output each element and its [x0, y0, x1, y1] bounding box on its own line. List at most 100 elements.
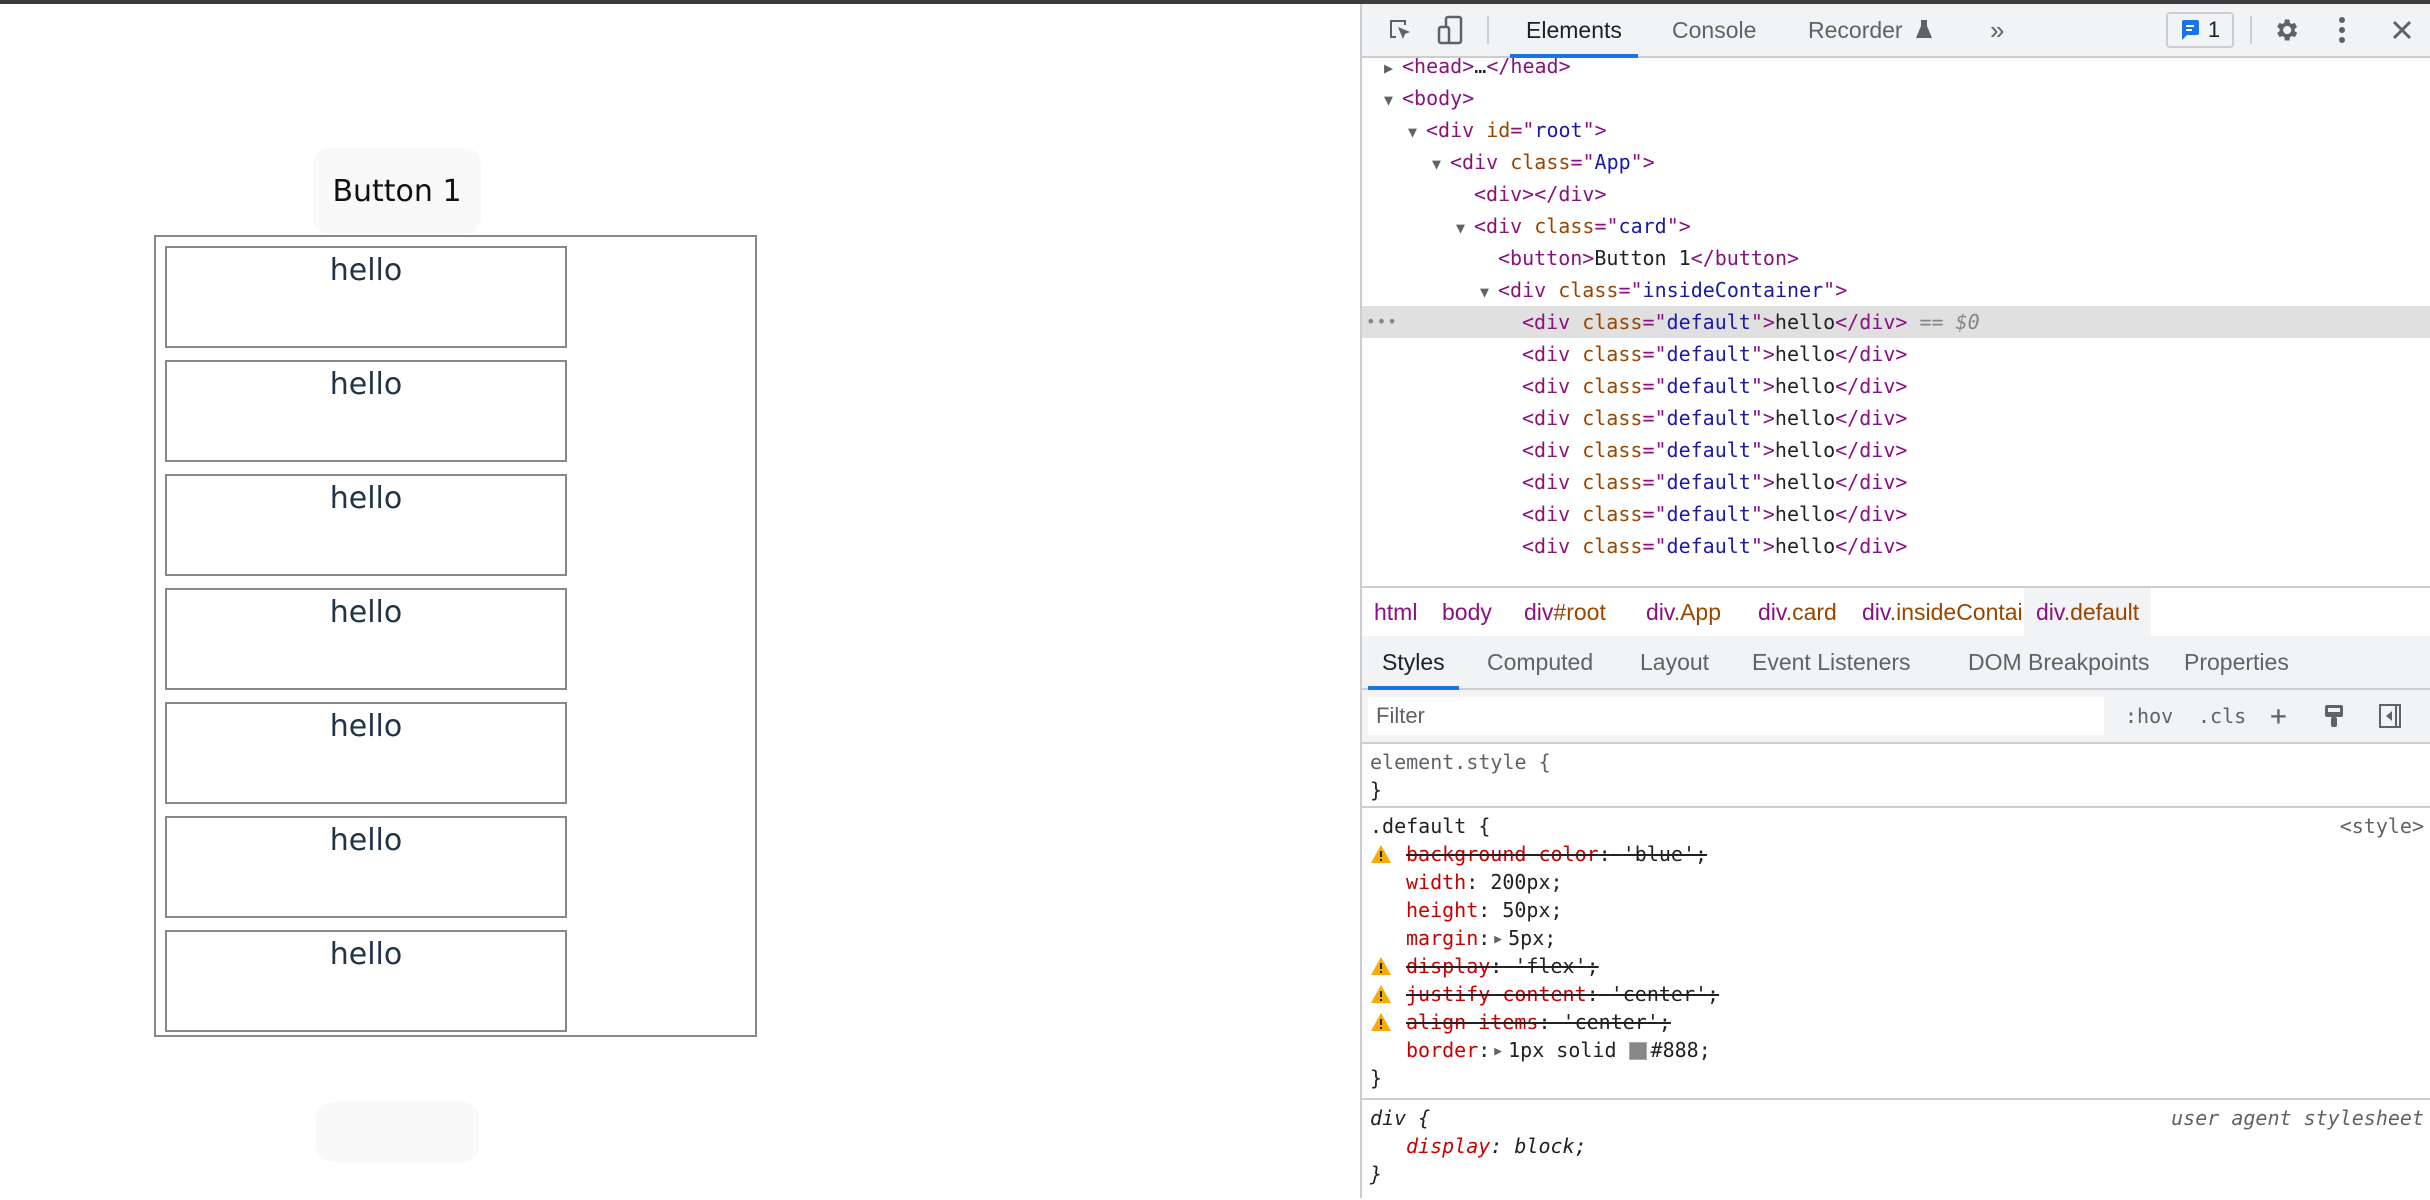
- quote: ": [1750, 310, 1763, 334]
- css-property-value: 'center': [1610, 982, 1708, 1006]
- settings-gear-icon[interactable]: [2270, 14, 2302, 46]
- warning-icon[interactable]: [1370, 984, 1392, 1004]
- tag-name: div: [1534, 374, 1571, 398]
- dom-node[interactable]: <div class="default">hello</div>: [1362, 370, 2430, 402]
- styles-tab-styles[interactable]: Styles: [1368, 636, 1459, 690]
- button-2[interactable]: [316, 1102, 479, 1162]
- css-declaration[interactable]: border: ▶ 1px solid #888;: [1362, 1036, 2430, 1064]
- node-text: hello: [1774, 534, 1836, 558]
- tag-open: <: [1426, 118, 1439, 142]
- dom-node[interactable]: ▼ <body>: [1362, 82, 2430, 114]
- tag-close-name: div: [1859, 502, 1896, 526]
- tag-name: div: [1534, 534, 1571, 558]
- semicolon: ;: [1695, 842, 1708, 866]
- dom-node[interactable]: <div class="default">hello</div>: [1362, 498, 2430, 530]
- css-property-value: 1px solid: [1508, 1038, 1617, 1062]
- attr-value: default: [1666, 502, 1751, 526]
- devtools-panel: Elements Console Recorder » 1 ▶ <head>…</…: [1360, 4, 2430, 1198]
- rule-selector[interactable]: div {: [1370, 1106, 1430, 1130]
- toggle-sidebar-icon[interactable]: [2374, 700, 2406, 732]
- css-property-name[interactable]: display: [1406, 1134, 1490, 1158]
- paint-brush-icon[interactable]: [2318, 700, 2350, 732]
- hello-box: hello: [165, 360, 567, 462]
- dom-node[interactable]: ▼ <div class="insideContainer">: [1362, 274, 2430, 306]
- breadcrumb-item[interactable]: div.App: [1634, 588, 1733, 636]
- new-style-rule-button[interactable]: +: [2270, 690, 2287, 742]
- breadcrumb-item[interactable]: div.default: [2024, 588, 2152, 636]
- expand-shorthand-icon: ▶: [1494, 1044, 1503, 1059]
- styles-tab-properties[interactable]: Properties: [2184, 636, 2289, 688]
- styles-tab-bar: Properties DOM Breakpoints Event Listeners…: [1362, 636, 2430, 690]
- css-declaration[interactable]: align-items: 'center';: [1362, 1008, 2430, 1036]
- tag-close-open: </: [1690, 246, 1715, 270]
- dom-node[interactable]: ▼ <div class="App">: [1362, 146, 2430, 178]
- tag-close-name: div: [1859, 438, 1896, 462]
- issues-button[interactable]: 1: [2166, 12, 2234, 48]
- expand-triangle-icon[interactable]: ▶: [1384, 58, 1402, 84]
- dom-node[interactable]: ▼ <div class="card">: [1362, 210, 2430, 242]
- hover-state-toggle[interactable]: :hov: [2125, 690, 2173, 742]
- tag-close-end: >: [1895, 438, 1908, 462]
- tag-close-open: </: [1835, 310, 1860, 334]
- semicolon: ;: [1550, 898, 1563, 922]
- css-declaration[interactable]: display: 'flex';: [1362, 952, 2430, 980]
- dom-node[interactable]: <div class="default">hello</div>: [1362, 466, 2430, 498]
- hello-box: hello: [165, 474, 567, 576]
- more-tabs-button[interactable]: »: [1990, 4, 2004, 56]
- css-declaration[interactable]: height: 50px;: [1362, 896, 2430, 924]
- button-1[interactable]: Button 1: [313, 148, 481, 234]
- breadcrumb-item[interactable]: body: [1430, 588, 1504, 636]
- collapse-triangle-icon[interactable]: ▼: [1480, 276, 1498, 308]
- breadcrumb-item[interactable]: div.card: [1746, 588, 1849, 636]
- collapse-triangle-icon[interactable]: ▼: [1384, 84, 1402, 116]
- breadcrumb-item[interactable]: html: [1362, 588, 1429, 636]
- tag-close-name: div: [1859, 470, 1896, 494]
- warning-icon[interactable]: [1370, 1012, 1392, 1032]
- css-declaration[interactable]: background-color: 'blue';: [1362, 840, 2430, 868]
- dom-node[interactable]: ▼ <div id="root">: [1362, 114, 2430, 146]
- collapse-triangle-icon[interactable]: ▼: [1456, 212, 1474, 244]
- styles-tab-layout[interactable]: Layout: [1640, 636, 1709, 688]
- close-icon[interactable]: [2386, 14, 2418, 46]
- tab-recorder[interactable]: Recorder: [1808, 4, 1933, 56]
- device-toolbar-icon[interactable]: [1434, 14, 1466, 46]
- styles-tab-computed[interactable]: Computed: [1487, 636, 1593, 688]
- warning-icon[interactable]: [1370, 844, 1392, 864]
- inspect-element-icon[interactable]: [1384, 14, 1416, 46]
- collapse-triangle-icon[interactable]: ▼: [1432, 148, 1450, 180]
- dom-node[interactable]: ••• <div class="default">hello</div> == $…: [1362, 306, 2430, 338]
- more-vertical-icon[interactable]: [2330, 14, 2354, 46]
- dom-node[interactable]: <button>Button 1</button>: [1362, 242, 2430, 274]
- collapse-triangle-icon[interactable]: ▼: [1408, 116, 1426, 148]
- rule-source-link[interactable]: <style>: [2340, 812, 2424, 840]
- quote: ": [1750, 438, 1763, 462]
- color-swatch[interactable]: [1628, 1042, 1647, 1060]
- css-property-value[interactable]: block: [1514, 1134, 1574, 1158]
- styles-tab-event-listeners[interactable]: Event Listeners: [1752, 636, 1911, 688]
- css-declaration[interactable]: margin: ▶ 5px;: [1362, 924, 2430, 952]
- node-text: hello: [1774, 310, 1836, 334]
- dom-node[interactable]: <div class="default">hello</div>: [1362, 530, 2430, 562]
- dom-node[interactable]: <div class="default">hello</div>: [1362, 338, 2430, 370]
- class-toggle[interactable]: .cls: [2198, 690, 2246, 742]
- toolbar-separator: [1487, 16, 1489, 44]
- css-declaration[interactable]: justify-content: 'center';: [1362, 980, 2430, 1008]
- dom-node[interactable]: <div class="default">hello</div>: [1362, 402, 2430, 434]
- tag-name: div: [1534, 310, 1571, 334]
- quote: ": [1582, 118, 1595, 142]
- tab-console[interactable]: Console: [1672, 4, 1756, 56]
- styles-tab-dom-breakpoints[interactable]: DOM Breakpoints: [1968, 636, 2150, 688]
- warning-icon[interactable]: [1370, 956, 1392, 976]
- dom-node[interactable]: ▶ <head>…</head>: [1362, 58, 2430, 82]
- rule-selector[interactable]: .default {: [1370, 814, 1490, 838]
- dom-node[interactable]: <div class="default">hello</div>: [1362, 434, 2430, 466]
- styles-filter-input[interactable]: [1368, 697, 2104, 735]
- dom-node[interactable]: <div></div>: [1362, 178, 2430, 210]
- rule-selector[interactable]: element.style {: [1370, 750, 1551, 774]
- css-declaration[interactable]: width: 200px;: [1362, 868, 2430, 896]
- tab-elements[interactable]: Elements: [1510, 4, 1638, 58]
- breadcrumb-item[interactable]: div#root: [1512, 588, 1618, 636]
